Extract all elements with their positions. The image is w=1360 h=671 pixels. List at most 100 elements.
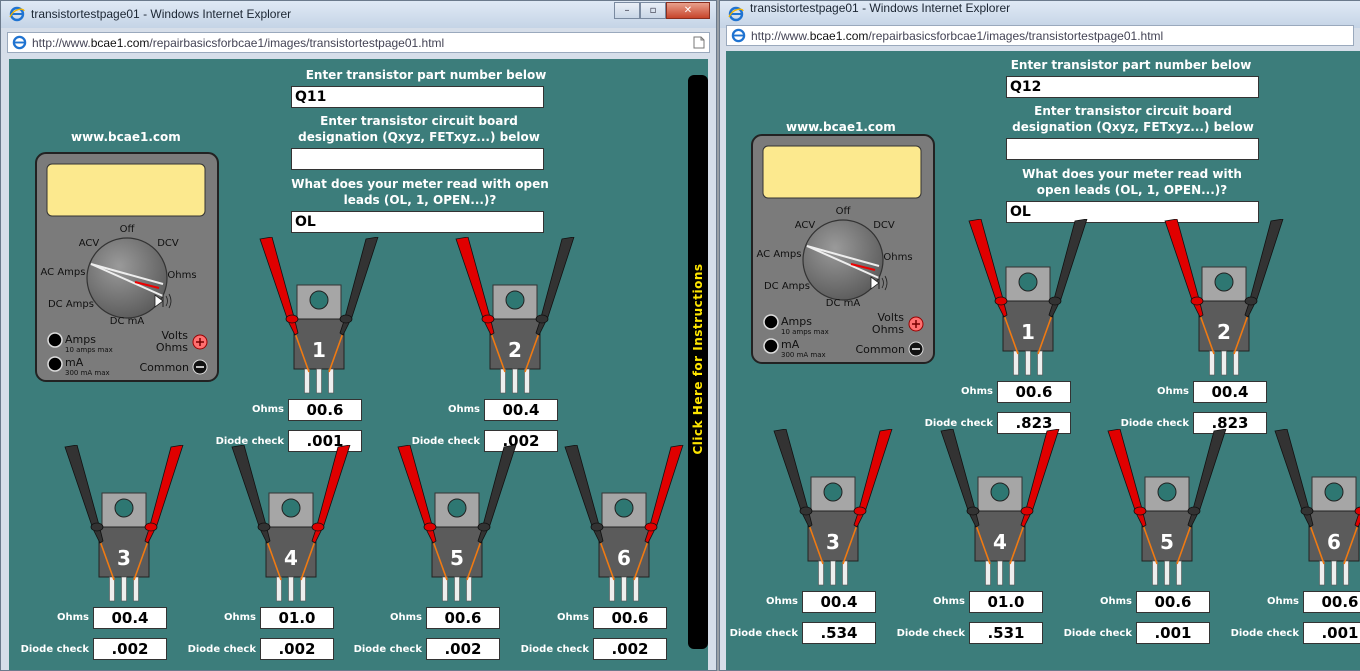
open-leads-input[interactable]: OL — [291, 211, 544, 233]
url-text[interactable]: http://www.bcae1.com/repairbasicsforbcae… — [32, 36, 444, 50]
probe-red[interactable] — [1164, 219, 1204, 318]
ohms-reading-5[interactable]: 00.6 — [1136, 591, 1210, 613]
minimize-button[interactable]: – — [614, 2, 640, 19]
dial-label-dcv: DCV — [157, 238, 179, 249]
title-bar[interactable]: transistortestpage01 - Windows Internet … — [1, 1, 716, 28]
amps-jack[interactable] — [47, 332, 63, 348]
window-controls: – ▫ ✕ — [614, 2, 710, 20]
title-bar[interactable]: transistortestpage01 - Windows Internet … — [720, 1, 1360, 28]
probe-red[interactable] — [455, 237, 495, 336]
jack-label-ma: mA — [781, 338, 800, 351]
probe-red[interactable] — [311, 445, 351, 544]
pin-1 — [609, 576, 615, 602]
ma-jack[interactable] — [47, 356, 63, 372]
probe-red[interactable] — [853, 429, 893, 528]
probe-black[interactable] — [64, 445, 104, 544]
diode-check-label: Diode check — [353, 644, 422, 655]
ohms-label: Ohms — [557, 612, 589, 623]
part-number-input[interactable]: Q11 — [291, 86, 544, 108]
tab-hole — [505, 290, 525, 310]
ie-page-icon — [731, 28, 746, 43]
dial-label-dc-ma: DC mA — [826, 298, 861, 309]
open-leads-label: What does your meter read with open lead… — [291, 177, 549, 207]
url-text[interactable]: http://www.bcae1.com/repairbasicsforbcae… — [751, 29, 1163, 43]
ma-jack[interactable] — [763, 338, 779, 354]
amps-jack[interactable] — [763, 314, 779, 330]
diode-reading-5[interactable]: .002 — [426, 638, 500, 660]
jack-label-amps-sub: 10 amps max — [65, 346, 113, 354]
document-icon — [693, 36, 705, 49]
diode-reading-6[interactable]: .001 — [1303, 622, 1360, 644]
volts-ohms-jack[interactable] — [192, 334, 208, 350]
ohms-label: Ohms — [1267, 596, 1299, 607]
transistor-number: 6 — [1327, 530, 1341, 554]
diode-reading-3[interactable]: .002 — [93, 638, 167, 660]
transistor-6: 6 — [1274, 429, 1360, 586]
designation-input[interactable] — [291, 148, 544, 170]
probe-black[interactable] — [535, 237, 575, 336]
pin-3 — [1343, 560, 1349, 586]
probe-red[interactable] — [1020, 429, 1060, 528]
probe-red[interactable] — [144, 445, 184, 544]
ohms-reading-3[interactable]: 00.4 — [93, 607, 167, 629]
close-button[interactable]: ✕ — [666, 2, 710, 19]
probe-red[interactable] — [1107, 429, 1147, 528]
pin-3 — [524, 368, 530, 394]
transistor-1: 1 — [968, 219, 1088, 376]
ohms-reading-6[interactable]: 00.6 — [1303, 591, 1360, 613]
ohms-reading-4[interactable]: 01.0 — [969, 591, 1043, 613]
dial-label-dc-amps: DC Amps — [764, 281, 810, 292]
ohms-reading-5[interactable]: 00.6 — [426, 607, 500, 629]
transistor-number: 1 — [1021, 320, 1035, 344]
diode-reading-6[interactable]: .002 — [593, 638, 667, 660]
ie-icon — [728, 6, 744, 22]
probe-black[interactable] — [1048, 219, 1088, 318]
part-number-input[interactable]: Q12 — [1006, 76, 1259, 98]
diode-reading-5[interactable]: .001 — [1136, 622, 1210, 644]
ohms-reading-1[interactable]: 00.6 — [997, 381, 1071, 403]
probe-black[interactable] — [940, 429, 980, 528]
diode-reading-4[interactable]: .002 — [260, 638, 334, 660]
tab-hole — [1214, 272, 1234, 292]
common-jack[interactable] — [192, 359, 208, 375]
probe-black[interactable] — [1244, 219, 1284, 318]
common-jack[interactable] — [908, 341, 924, 357]
url-prefix: http://www. — [751, 29, 810, 43]
maximize-button[interactable]: ▫ — [640, 2, 666, 19]
ohms-reading-2[interactable]: 00.4 — [484, 399, 558, 421]
probe-black[interactable] — [773, 429, 813, 528]
probe-red[interactable] — [644, 445, 684, 544]
probe-black[interactable] — [477, 445, 517, 544]
probe-black[interactable] — [564, 445, 604, 544]
probe-red[interactable] — [259, 237, 299, 336]
pin-2 — [1025, 350, 1031, 376]
pin-1 — [1013, 350, 1019, 376]
url-path: /repairbasicsforbcae1/images/transistort… — [868, 29, 1164, 43]
diode-reading-4[interactable]: .531 — [969, 622, 1043, 644]
ohms-reading-3[interactable]: 00.4 — [802, 591, 876, 613]
probe-red[interactable] — [968, 219, 1008, 318]
probe-black[interactable] — [1187, 429, 1227, 528]
transistor-3: 3 — [773, 429, 893, 586]
probe-black[interactable] — [1274, 429, 1314, 528]
ohms-reading-6[interactable]: 00.6 — [593, 607, 667, 629]
pin-1 — [276, 576, 282, 602]
probe-black[interactable] — [339, 237, 379, 336]
address-bar[interactable]: http://www.bcae1.com/repairbasicsforbcae… — [726, 25, 1354, 46]
instructions-button[interactable]: Click Here for Instructions — [688, 75, 708, 649]
probe-black[interactable] — [231, 445, 271, 544]
tab-hole — [614, 498, 634, 518]
diode-reading-3[interactable]: .534 — [802, 622, 876, 644]
transistor-number: 2 — [1217, 320, 1231, 344]
designation-input[interactable] — [1006, 138, 1259, 160]
jack-label-amps-sub: 10 amps max — [781, 328, 829, 336]
probe-red[interactable] — [397, 445, 437, 544]
address-bar[interactable]: http://www.bcae1.com/repairbasicsforbcae… — [7, 32, 710, 53]
dial-label-off: Off — [120, 224, 136, 235]
diode-check-label: Diode check — [1063, 628, 1132, 639]
ohms-reading-2[interactable]: 00.4 — [1193, 381, 1267, 403]
volts-ohms-jack[interactable] — [908, 316, 924, 332]
ohms-reading-4[interactable]: 01.0 — [260, 607, 334, 629]
ohms-reading-1[interactable]: 00.6 — [288, 399, 362, 421]
diode-check-label: Diode check — [20, 644, 89, 655]
